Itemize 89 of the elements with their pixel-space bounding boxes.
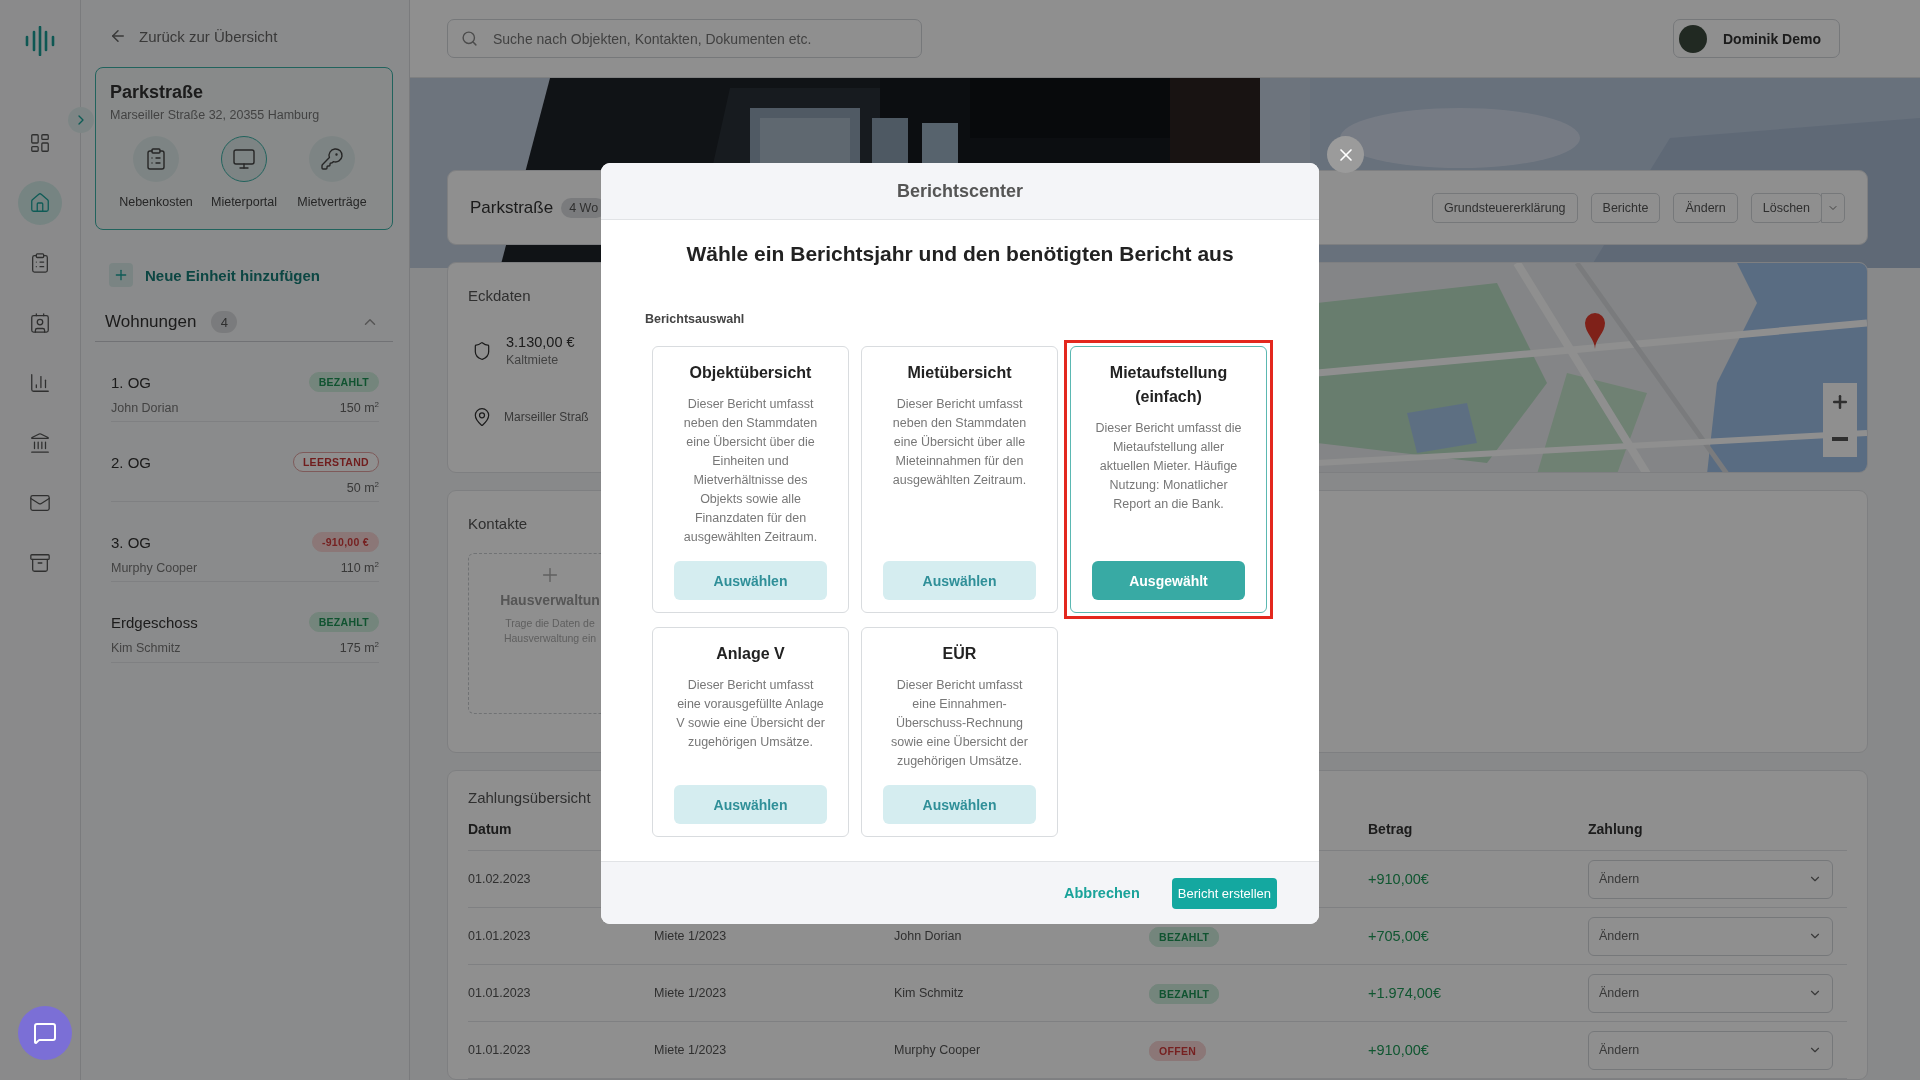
unit-name[interactable]: 1. OG [111, 373, 309, 391]
report-card[interactable]: Mietübersicht Dieser Bericht umfasst neben den Stammdaten eine Übersicht über alle Mieteinnahmen für den ausgewählten Zeitraum. Auswählen [861, 346, 1058, 613]
address-text: Marseiller Straß [504, 410, 589, 424]
nav-button[interactable] [18, 181, 62, 225]
status-badge: BEZAHLT [308, 372, 379, 392]
rent-label: Kaltmiete [506, 353, 560, 367]
chat-icon [33, 1021, 57, 1045]
create-report-button[interactable]: Bericht erstellen [1171, 877, 1277, 909]
table-cell-text: 01.01.2023 [468, 1043, 532, 1057]
select-button[interactable]: Auswählen [883, 785, 1036, 824]
amount-cell-text: +1.974,00€ [1368, 985, 1442, 1001]
tenant-name: Kim Schmitz [111, 641, 182, 656]
table-cell-text: Miete 1/2023 [654, 1043, 728, 1057]
status-badge: BEZAHLT [1149, 984, 1220, 1004]
section-label: Berichtsauswahl [645, 312, 746, 326]
property-address: Marseiller Straße 32, 20355 Hamburg [110, 108, 321, 122]
table-cell-text: John Dorian [894, 929, 963, 943]
report-card[interactable]: Anlage V Dieser Bericht umfasst eine vorausgefüllte Anlage V sowie eine Übersicht der zugehörigen Umsätze. Auswählen [652, 627, 849, 837]
archive-icon [29, 552, 51, 574]
payment-select[interactable]: Ändern [1588, 859, 1833, 899]
clipboard-icon [29, 252, 51, 274]
shield-icon [472, 340, 492, 361]
select-button[interactable]: Ausgewählt [1092, 561, 1245, 600]
report-card[interactable]: Objektübersicht Dieser Bericht umfasst neben den Stammdaten eine Übersicht über die Einheiten und Mietverhältnisse des Objekts sowie alle Finanzdaten für den ausgewählten Zeitraum. Auswählen [652, 346, 849, 613]
dashboard-icon [29, 132, 51, 154]
unit-name[interactable]: 3. OG [111, 533, 312, 551]
status-badge: OFFEN [1149, 1041, 1207, 1061]
logo-icon [25, 26, 55, 56]
clipboard-icon [144, 147, 168, 171]
column-header: Betrag [1368, 821, 1414, 837]
table-cell-text: Miete 1/2023 [654, 929, 728, 943]
plus-icon [113, 267, 129, 283]
unit-area: 175 m$^{2}$ [339, 640, 379, 656]
status-badge: LEERSTAND [292, 452, 379, 473]
payment-select[interactable]: Ändern [1588, 1030, 1833, 1070]
table-cell-text: Kim Schmitz [894, 986, 965, 1000]
quick-action[interactable]: Nebenkosten [112, 136, 200, 209]
section-title: Wohnungen [105, 312, 197, 332]
amount-cell-text: +910,00€ [1368, 871, 1430, 887]
unit-area: 50 m$^{2}$ [346, 480, 379, 496]
table-cell-text: 01.02.2023 [468, 872, 532, 886]
mail-icon [29, 492, 51, 514]
key-icon [320, 147, 344, 171]
contact-card-icon [29, 312, 51, 334]
quick-action[interactable]: Mieterportal [200, 136, 288, 209]
select-button[interactable]: Auswählen [674, 785, 827, 824]
back-link[interactable]: Zurück zur Übersicht [95, 24, 393, 48]
avatar [1679, 24, 1707, 53]
rent-value: 3.130,00 € [506, 334, 575, 350]
card-title: Zahlungsübersicht [468, 789, 591, 806]
table-cell-text: 01.01.2023 [468, 929, 532, 943]
status-badge: -910,00 € [311, 532, 379, 553]
property-title: Parkstraße [110, 82, 205, 103]
bar-chart-icon [29, 372, 51, 394]
table-cell-text: 01.01.2023 [468, 986, 532, 1000]
monitor-icon [232, 147, 256, 171]
cancel-button[interactable]: Abbrechen [1058, 884, 1146, 902]
search-icon [461, 30, 478, 47]
search-field[interactable]: Suche nach Objekten, Kontakten, Dokumenten etc. [447, 19, 922, 58]
tenant-name: Murphy Cooper [111, 560, 199, 575]
card-title: Kontakte [468, 515, 528, 532]
bank-icon [29, 432, 51, 454]
house-icon [29, 192, 51, 214]
unit-name[interactable]: Erdgeschoss [111, 613, 309, 631]
status-badge: BEZAHLT [308, 612, 379, 633]
quick-action[interactable]: Mietverträge [288, 136, 376, 209]
tenant-name: John Dorian [111, 400, 180, 415]
status-badge: BEZAHLT [1149, 927, 1220, 947]
select-button[interactable]: Auswählen [674, 561, 827, 600]
amount-cell-text: +910,00€ [1368, 1042, 1430, 1058]
table-cell-text: Murphy Cooper [894, 1043, 982, 1057]
unit-area: 150 m$^{2}$ [339, 400, 379, 416]
unit-area: 110 m$^{2}$ [340, 560, 379, 576]
report-card[interactable]: EÜR Dieser Bericht umfasst eine Einnahmen-Überschuss-Rechnung sowie eine Übersicht der zugehörigen Umsätze. Auswählen [861, 627, 1058, 837]
count-badge: 4 [211, 311, 238, 333]
add-unit-link[interactable]: Neue Einheit hinzufügen [95, 263, 393, 287]
map-pin-icon [472, 407, 492, 427]
card-title: Eckdaten [468, 287, 532, 304]
payment-select[interactable]: Ändern [1588, 916, 1833, 956]
table-cell-text: Miete 1/2023 [654, 986, 728, 1000]
column-header: Datum [468, 821, 513, 837]
column-header: Zahlung [1588, 821, 1644, 837]
minus-icon [1832, 436, 1848, 441]
amount-cell-text: +705,00€ [1368, 928, 1430, 944]
report-card[interactable]: Mietaufstellung (einfach) Dieser Bericht umfasst die Mietaufstellung aller aktuellen Mieter. Häufige Nutzung: Monatlicher Report an die Bank. Ausgewählt [1070, 346, 1267, 613]
payment-select[interactable]: Ändern [1588, 973, 1833, 1013]
user-menu-button[interactable]: Dominik Demo [1673, 19, 1840, 58]
select-button[interactable]: Auswählen [883, 561, 1036, 600]
unit-name[interactable]: 2. OG [111, 453, 293, 471]
